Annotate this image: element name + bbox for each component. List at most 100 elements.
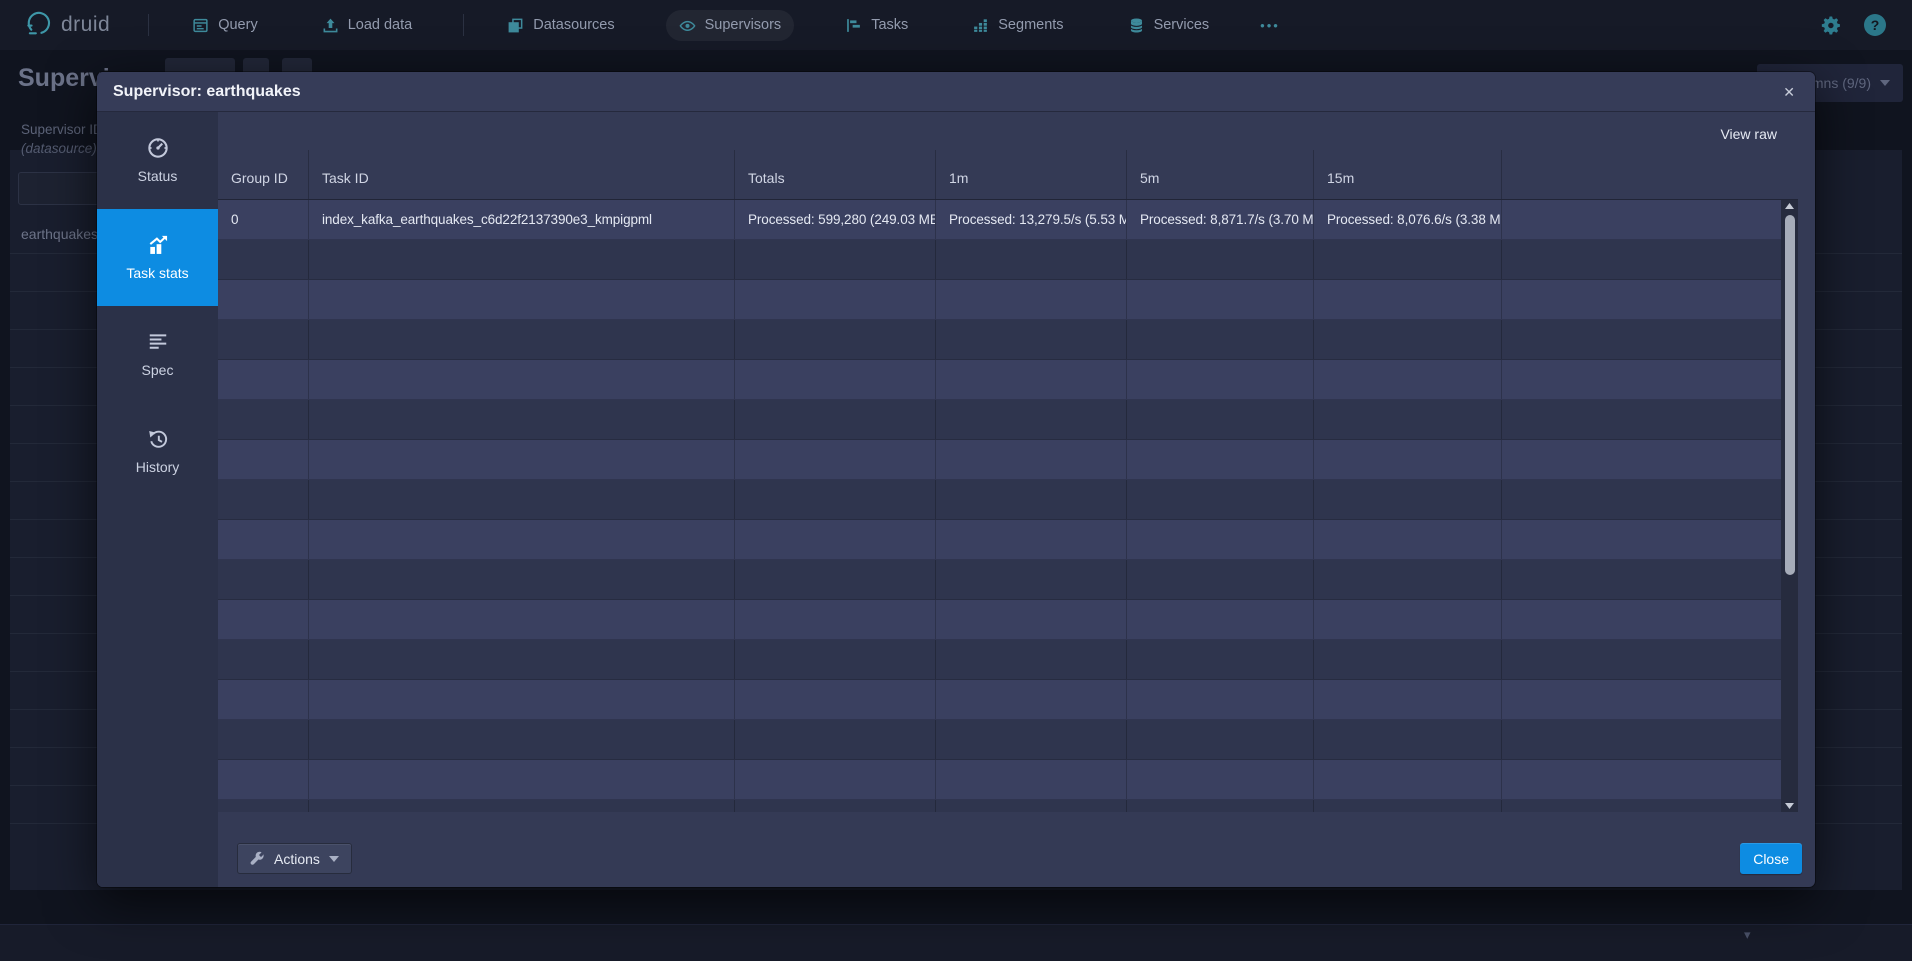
spec-icon: [147, 331, 169, 353]
table-cell: [309, 680, 735, 719]
table-cell: [936, 320, 1127, 359]
column-header-group-id[interactable]: Group ID: [218, 150, 309, 199]
nav-item-services[interactable]: Services: [1115, 10, 1223, 41]
table-cell: [735, 400, 936, 439]
background-pagination-bar: [0, 924, 1912, 961]
nav-item-label: Services: [1154, 17, 1210, 33]
table-cell: [936, 800, 1127, 812]
top-navigation-bar: druid Query Load data Datasources Superv…: [0, 0, 1912, 50]
view-raw-link[interactable]: View raw: [1720, 126, 1777, 142]
table-cell: [309, 760, 735, 799]
table-cell: [735, 240, 936, 279]
nav-item-datasources[interactable]: Datasources: [494, 10, 627, 41]
column-header-15m[interactable]: 15m: [1314, 150, 1502, 199]
druid-logo[interactable]: druid: [26, 9, 110, 41]
table-cell: [936, 680, 1127, 719]
table-cell: [218, 280, 309, 319]
column-header-filler: [1502, 150, 1781, 199]
table-cell: [218, 400, 309, 439]
table-row-empty: [218, 760, 1798, 800]
table-row-empty: [218, 280, 1798, 320]
scroll-down-arrow[interactable]: [1781, 800, 1798, 812]
table-cell: [309, 400, 735, 439]
table-cell: [1127, 360, 1314, 399]
table-row-empty: [218, 680, 1798, 720]
nav-item-load-data[interactable]: Load data: [309, 10, 426, 41]
table-cell: [735, 520, 936, 559]
table-cell-filler: [1502, 760, 1781, 799]
column-header-5m[interactable]: 5m: [1127, 150, 1314, 199]
background-column-header: Supervisor ID: [21, 122, 103, 137]
nav-divider: [463, 14, 464, 36]
query-icon: [192, 17, 209, 34]
tab-status[interactable]: Status: [97, 112, 218, 209]
table-row-empty: [218, 400, 1798, 440]
table-cell: [218, 320, 309, 359]
table-cell: [936, 360, 1127, 399]
table-cell: [218, 440, 309, 479]
close-icon[interactable]: ✕: [1783, 85, 1795, 99]
nav-item-label: Datasources: [533, 17, 614, 33]
chevron-down-icon: [1880, 80, 1890, 86]
table-row-empty: [218, 480, 1798, 520]
segments-icon: [972, 17, 989, 34]
nav-item-tasks[interactable]: Tasks: [832, 10, 921, 41]
table-row-empty: [218, 240, 1798, 280]
nav-item-segments[interactable]: Segments: [959, 10, 1076, 41]
table-cell: [936, 640, 1127, 679]
column-header-task-id[interactable]: Task ID: [309, 150, 735, 199]
help-icon[interactable]: ?: [1864, 14, 1886, 36]
brand-name: druid: [61, 13, 110, 37]
supervisor-dialog: Supervisor: earthquakes ✕ Status Task st…: [97, 72, 1815, 887]
table-cell: [218, 600, 309, 639]
table-cell-filler: [1502, 640, 1781, 679]
nav-item-query[interactable]: Query: [179, 10, 271, 41]
nav-item-label: Load data: [348, 17, 413, 33]
table-cell: [735, 800, 936, 812]
table-cell: [309, 360, 735, 399]
table-cell: [1314, 640, 1502, 679]
table-cell: [936, 760, 1127, 799]
table-cell: [1127, 480, 1314, 519]
nav-item-supervisors[interactable]: Supervisors: [666, 10, 795, 41]
actions-button-label: Actions: [274, 851, 320, 867]
table-cell: [309, 800, 735, 812]
table-cell: [1127, 520, 1314, 559]
dialog-footer: Actions Close: [218, 812, 1815, 887]
vertical-scrollbar[interactable]: [1781, 200, 1798, 812]
tab-spec[interactable]: Spec: [97, 306, 218, 403]
tab-task-stats[interactable]: Task stats: [97, 209, 218, 306]
dialog-title: Supervisor: earthquakes: [113, 83, 301, 101]
close-button[interactable]: Close: [1740, 843, 1802, 874]
table-cell: [218, 640, 309, 679]
tab-label: Task stats: [126, 265, 188, 281]
table-cell-filler: [1502, 200, 1781, 239]
table-cell-filler: [1502, 320, 1781, 359]
table-cell-filler: [1502, 720, 1781, 759]
table-cell: [309, 480, 735, 519]
nav-more-button[interactable]: •••: [1260, 18, 1280, 33]
table-cell: [1127, 760, 1314, 799]
table-cell: [1127, 400, 1314, 439]
scroll-up-arrow[interactable]: [1781, 200, 1798, 212]
screen: Supervisors Supervisor ID (datasource) e…: [0, 0, 1912, 961]
chevron-down-icon: ▾: [1744, 927, 1751, 943]
table-cell-filler: [1502, 360, 1781, 399]
column-header-1m[interactable]: 1m: [936, 150, 1127, 199]
table-cell: index_kafka_earthquakes_c6d22f2137390e3_…: [309, 200, 735, 239]
scrollbar-thumb[interactable]: [1785, 215, 1795, 575]
actions-button[interactable]: Actions: [237, 843, 352, 874]
tab-history[interactable]: History: [97, 403, 218, 500]
table-row: 0index_kafka_earthquakes_c6d22f2137390e3…: [218, 200, 1798, 240]
table-row-empty: [218, 520, 1798, 560]
column-header-totals[interactable]: Totals: [735, 150, 936, 199]
table-cell-filler: [1502, 600, 1781, 639]
table-cell: Processed: 8,076.6/s (3.38 MB/s): [1314, 200, 1502, 239]
gear-icon[interactable]: [1821, 15, 1842, 36]
table-cell: [1314, 800, 1502, 812]
table-cell: [936, 600, 1127, 639]
table-header-row: Group IDTask IDTotals1m5m15m: [218, 150, 1798, 200]
table-cell: [1127, 440, 1314, 479]
table-row-empty: [218, 560, 1798, 600]
table-cell: [1127, 800, 1314, 812]
